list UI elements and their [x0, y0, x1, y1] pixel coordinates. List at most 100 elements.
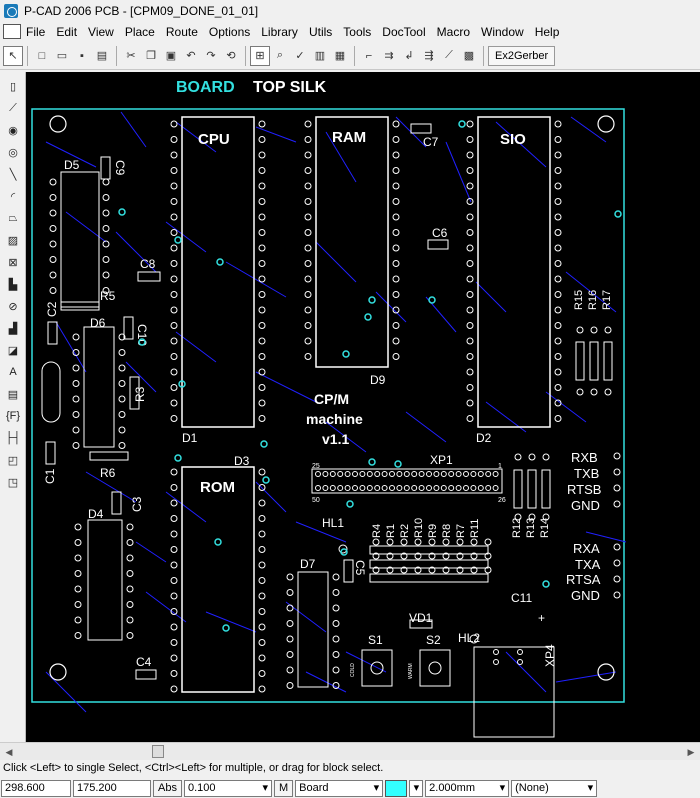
- menu-route[interactable]: Route: [161, 25, 204, 39]
- place-copper-pour-icon[interactable]: ▨: [2, 230, 24, 250]
- print-icon[interactable]: ▤: [92, 46, 112, 66]
- place-testpoint-icon[interactable]: ◳: [2, 472, 24, 492]
- place-fill-icon[interactable]: ◪: [2, 340, 24, 360]
- ref-r13: R13: [525, 518, 537, 538]
- menu-file[interactable]: File: [21, 25, 51, 39]
- route-manual-icon[interactable]: ⌐: [359, 46, 379, 66]
- x-coordinate-field[interactable]: 298.600: [1, 779, 71, 797]
- width-select[interactable]: 2.000mm: [425, 779, 510, 797]
- ic-d6[interactable]: D6: [83, 316, 115, 448]
- place-arc-icon[interactable]: ◜: [2, 186, 24, 206]
- layer-select[interactable]: Board: [295, 779, 384, 797]
- pad: [72, 411, 80, 418]
- place-keepout-icon[interactable]: ⊘: [2, 296, 24, 316]
- pad: [374, 485, 381, 491]
- menu-view[interactable]: View: [83, 25, 120, 39]
- grid-select[interactable]: 0.100: [183, 779, 272, 797]
- menu-window[interactable]: Window: [476, 25, 530, 39]
- route-push-icon[interactable]: ↲: [399, 46, 419, 66]
- place-text-icon[interactable]: A: [2, 362, 24, 382]
- route-miter-icon[interactable]: ⟋: [439, 46, 459, 66]
- pad: [72, 426, 80, 434]
- via: [346, 500, 354, 508]
- place-field-icon[interactable]: {F}: [2, 406, 24, 426]
- horizontal-scrollbar[interactable]: ◀ ▶: [0, 742, 700, 760]
- switch-s1[interactable]: S1 COLD: [350, 633, 393, 687]
- scroll-thumb[interactable]: [152, 745, 164, 758]
- menu-options[interactable]: Options: [204, 25, 256, 39]
- color-dropdown[interactable]: [409, 779, 424, 797]
- pad: [322, 485, 329, 491]
- place-room-icon[interactable]: ▟: [2, 318, 24, 338]
- cut-icon[interactable]: ✂: [121, 46, 141, 66]
- menu-library[interactable]: Library: [256, 25, 304, 39]
- copy-icon[interactable]: ❐: [141, 46, 161, 66]
- style-select[interactable]: (None): [511, 779, 598, 797]
- pad: [332, 573, 340, 581]
- pad: [392, 337, 400, 345]
- ic-d4[interactable]: D4: [87, 507, 123, 641]
- menu-help[interactable]: Help: [530, 25, 566, 39]
- layers-icon[interactable]: ▥: [310, 46, 330, 66]
- ex2gerber-button[interactable]: Ex2Gerber: [488, 45, 556, 66]
- pad: [392, 182, 400, 190]
- menu-place[interactable]: Place: [120, 25, 161, 39]
- redraw-icon[interactable]: ⟲: [221, 46, 241, 66]
- layer-color-swatch[interactable]: [385, 779, 408, 797]
- pad: [466, 229, 474, 236]
- pad: [613, 575, 621, 583]
- save-icon[interactable]: ▪: [72, 46, 92, 66]
- resistor-array[interactable]: [369, 545, 489, 583]
- document-system-menu-icon[interactable]: [3, 24, 21, 39]
- paste-icon[interactable]: ▣: [161, 46, 181, 66]
- place-polygon-icon[interactable]: ⏢: [2, 208, 24, 228]
- zoom-icon[interactable]: ⌕: [270, 46, 290, 66]
- ref-r6: R6: [100, 466, 116, 480]
- place-cutout-icon[interactable]: ⊠: [2, 252, 24, 272]
- gerber-board-icon[interactable]: ▩: [459, 46, 479, 66]
- new-file-icon[interactable]: □: [32, 46, 52, 66]
- place-via-icon[interactable]: ◎: [2, 142, 24, 162]
- y-coordinate-field[interactable]: 175.200: [73, 779, 151, 797]
- place-dimension-icon[interactable]: ├┤: [2, 428, 24, 448]
- drc-icon[interactable]: ✓: [290, 46, 310, 66]
- menu-utils[interactable]: Utils: [304, 25, 338, 39]
- pad: [258, 639, 266, 646]
- route-multi-icon[interactable]: ⇶: [419, 46, 439, 66]
- place-point-icon[interactable]: ◰: [2, 450, 24, 470]
- m-button[interactable]: M: [273, 779, 294, 797]
- menu-doctool[interactable]: DocTool: [377, 25, 431, 39]
- place-component-icon[interactable]: ▯: [2, 76, 24, 96]
- ic-d3-rom[interactable]: ROM D3: [181, 454, 255, 693]
- switch-s2[interactable]: S2 WARM: [408, 633, 451, 687]
- menu-edit[interactable]: Edit: [51, 25, 83, 39]
- passives-outlines[interactable]: [45, 123, 479, 680]
- ic-d9-ram[interactable]: RAM D9: [315, 116, 389, 387]
- place-plane-icon[interactable]: ▙: [2, 274, 24, 294]
- redo-icon[interactable]: ↷: [201, 46, 221, 66]
- ic-d1-cpu[interactable]: CPU D1: [181, 116, 255, 445]
- crystal-outline[interactable]: [41, 361, 61, 423]
- ic-d2-sio[interactable]: SIO D2: [476, 116, 551, 445]
- route-interactive-icon[interactable]: ⇉: [379, 46, 399, 66]
- open-file-icon[interactable]: ▭: [52, 46, 72, 66]
- pcb-canvas[interactable]: BOARD TOP SILK CPU D1 RAM D9 SIO D2 ROM …: [26, 72, 700, 742]
- place-attribute-icon[interactable]: ▤: [2, 384, 24, 404]
- abs-button[interactable]: Abs: [153, 779, 182, 797]
- pad: [126, 523, 134, 531]
- zoom-window-icon[interactable]: ⊞: [250, 45, 270, 66]
- component-icon[interactable]: ▦: [330, 46, 350, 66]
- board-desc-line2: machine: [306, 411, 363, 427]
- select-pointer-icon[interactable]: ↖: [3, 45, 23, 66]
- place-line-icon[interactable]: ╲: [2, 164, 24, 184]
- connector-xp1[interactable]: XP1 25 1 50 26: [311, 453, 506, 504]
- menu-macro[interactable]: Macro: [432, 25, 476, 39]
- place-pad-icon[interactable]: ◉: [2, 120, 24, 140]
- scroll-right-icon[interactable]: ▶: [684, 745, 698, 759]
- place-connection-icon[interactable]: ⟋: [2, 98, 24, 118]
- menu-tools[interactable]: Tools: [338, 25, 377, 39]
- pad: [74, 601, 82, 608]
- scroll-left-icon[interactable]: ◀: [2, 745, 16, 759]
- undo-icon[interactable]: ↶: [181, 46, 201, 66]
- pad: [258, 530, 266, 538]
